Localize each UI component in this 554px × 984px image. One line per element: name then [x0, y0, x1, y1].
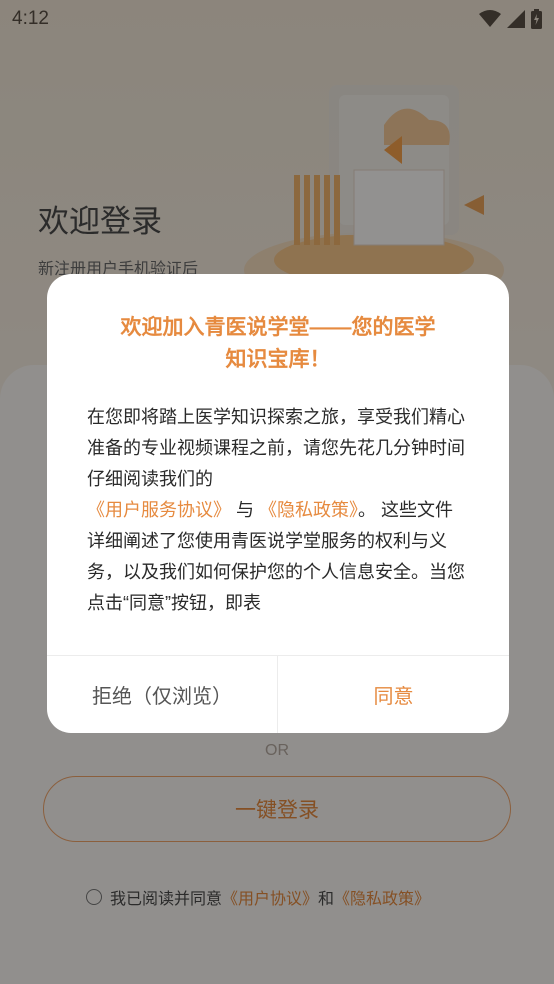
- dialog-title-line2: 知识宝库！: [225, 348, 331, 371]
- login-screen: 4:12 欢迎登录 新注册用户手机验证后 OR 一键登录 我已阅读并同意《用户协…: [0, 0, 554, 984]
- dialog-body-text: 在您即将踏上医学知识探索之旅，享受我们精心准备的专业视频课程之前，请您先花几分钟…: [87, 407, 465, 489]
- reject-button[interactable]: 拒绝（仅浏览）: [47, 656, 277, 733]
- privacy-dialog: 欢迎加入青医说学堂——您的医学 知识宝库！ 在您即将踏上医学知识探索之旅，享受我…: [47, 274, 509, 733]
- dialog-and-text: 与: [231, 500, 260, 520]
- dialog-title-line1: 欢迎加入青医说学堂——您的医学: [120, 316, 436, 339]
- dialog-service-agreement-link[interactable]: 《用户服务协议》: [87, 500, 231, 520]
- dialog-privacy-policy-link[interactable]: 《隐私政策》: [259, 500, 358, 520]
- dialog-body[interactable]: 在您即将踏上医学知识探索之旅，享受我们精心准备的专业视频课程之前，请您先花几分钟…: [87, 402, 469, 612]
- dialog-title: 欢迎加入青医说学堂——您的医学 知识宝库！: [87, 312, 469, 376]
- agree-button[interactable]: 同意: [278, 656, 509, 733]
